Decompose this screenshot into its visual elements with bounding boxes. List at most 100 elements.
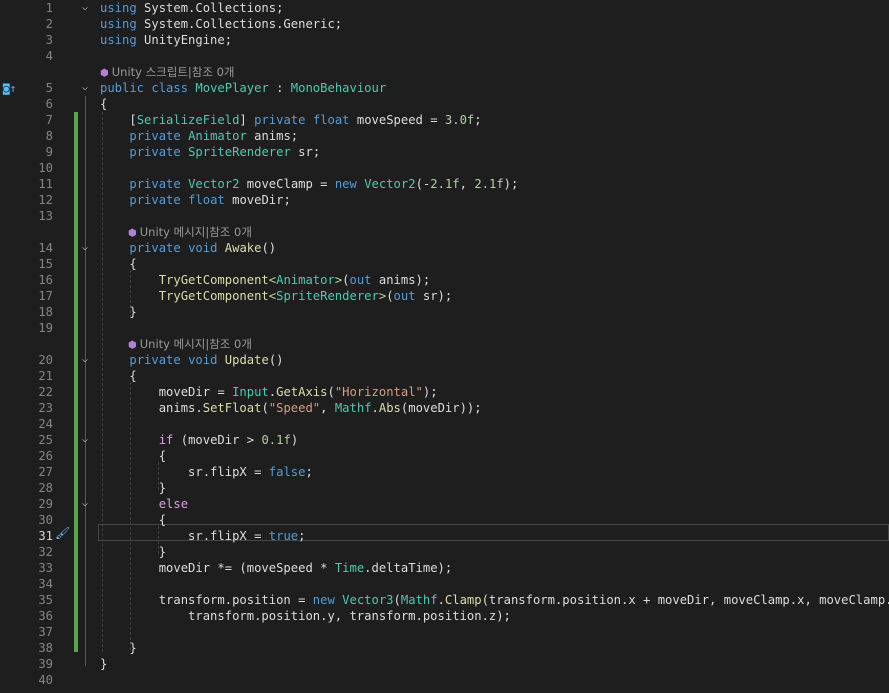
line-number: 17	[38, 289, 53, 303]
code-line[interactable]: 4	[0, 48, 889, 64]
line-number: 20	[38, 353, 53, 367]
code-line[interactable]: 35 transform.position = new Vector3(Math…	[0, 592, 889, 608]
code-token: Awake	[224, 241, 262, 255]
code-line[interactable]: 5 ⌵ public class MovePlayer : MonoBehaviou…	[0, 80, 889, 96]
code-token: System.Collections;	[136, 1, 284, 15]
line-number: 28	[38, 481, 53, 495]
code-text: TryGetComponent<Animator>(out anims);	[100, 272, 431, 288]
code-line[interactable]: 19	[0, 320, 889, 336]
code-line[interactable]: 13	[0, 208, 889, 224]
code-text: using System.Collections.Generic;	[100, 16, 342, 32]
line-number: 5	[45, 81, 53, 95]
code-line[interactable]: 7 [SerializeField] private float moveSpe…	[0, 112, 889, 128]
codelens[interactable]: ⬢ Unity 메시지|참조 0개	[0, 224, 889, 240]
code-line[interactable]: 39}	[0, 656, 889, 672]
code-token: moveDir =	[100, 385, 233, 399]
code-line[interactable]: 30 {	[0, 512, 889, 528]
code-token: private	[129, 193, 181, 207]
line-number: 8	[45, 129, 53, 143]
line-number: 18	[38, 305, 53, 319]
code-token: sr);	[415, 289, 453, 303]
code-line[interactable]: 16 TryGetComponent<Animator>(out anims);	[0, 272, 889, 288]
unity-cube-icon: ⬢	[128, 340, 137, 351]
code-text: transform.position.y, transform.position…	[100, 608, 511, 624]
code-token: (-	[415, 177, 431, 191]
code-token: SerializeField	[136, 113, 240, 127]
code-token: Time	[334, 561, 365, 575]
code-token: true	[268, 529, 299, 543]
code-token: new	[312, 593, 335, 607]
code-token: MovePlayer	[195, 81, 269, 95]
fold-chevron-icon[interactable]: ⌵	[79, 352, 91, 368]
code-line[interactable]: 36 transform.position.y, transform.posit…	[0, 608, 889, 624]
code-line[interactable]: 27 sr.flipX = false;	[0, 464, 889, 480]
code-line[interactable]: 10	[0, 160, 889, 176]
code-line[interactable]: 25 ⌵ if (moveDir > 0.1f)	[0, 432, 889, 448]
code-line[interactable]: 40	[0, 672, 889, 688]
code-line[interactable]: 20 ⌵ private void Update()	[0, 352, 889, 368]
fold-chevron-icon[interactable]: ⌵	[79, 432, 91, 448]
code-text: private Vector2 moveClamp = new Vector2(…	[100, 176, 518, 192]
code-line[interactable]: 2 using System.Collections.Generic;	[0, 16, 889, 32]
code-token: ;	[305, 465, 313, 479]
code-line[interactable]: 38 }	[0, 640, 889, 656]
fold-chevron-icon[interactable]: ⌵	[79, 0, 91, 16]
code-line[interactable]: 3 using UnityEngine;	[0, 32, 889, 48]
fold-chevron-icon[interactable]: ⌵	[79, 240, 91, 256]
code-token: (moveDir >	[173, 433, 262, 447]
code-line[interactable]: 17 TryGetComponent<SpriteRenderer>(out s…	[0, 288, 889, 304]
code-line[interactable]: 18 }	[0, 304, 889, 320]
code-line[interactable]: 9 private SpriteRenderer sr;	[0, 144, 889, 160]
code-token: (	[327, 385, 335, 399]
code-line[interactable]: 29 ⌵ else	[0, 496, 889, 512]
line-number: 23	[38, 401, 53, 415]
code-line[interactable]: 23 anims.SetFloat("Speed", Mathf.Abs(mov…	[0, 400, 889, 416]
code-line[interactable]: 32 }	[0, 544, 889, 560]
code-token: void	[188, 353, 218, 367]
codelens-label[interactable]: Unity 메시지|참조 0개	[140, 337, 252, 351]
code-line[interactable]: 31 sr.flipX = true;	[0, 528, 889, 544]
code-token: sr.flipX =	[100, 529, 269, 543]
fold-chevron-icon[interactable]: ⌵	[79, 496, 91, 512]
code-token: false	[268, 465, 306, 479]
line-number: 2	[45, 17, 53, 31]
code-line[interactable]: 34	[0, 576, 889, 592]
fold-chevron-icon[interactable]: ⌵	[79, 80, 91, 96]
code-token: (	[261, 401, 269, 415]
code-line[interactable]: 24	[0, 416, 889, 432]
code-token: moveClamp =	[239, 177, 335, 191]
code-token: class	[151, 81, 189, 95]
code-line[interactable]: 22 moveDir = Input.GetAxis("Horizontal")…	[0, 384, 889, 400]
code-line[interactable]: 6{	[0, 96, 889, 112]
code-editor[interactable]: ◙↑ 🖌 1 ⌵ using System.Collections; 2 using S…	[0, 0, 889, 693]
code-token: <	[268, 273, 277, 287]
code-line[interactable]: 33 moveDir *= (moveSpeed * Time.deltaTim…	[0, 560, 889, 576]
code-line[interactable]: 37	[0, 624, 889, 640]
code-text: }	[100, 544, 166, 560]
code-text: [SerializeField] private float moveSpeed…	[100, 112, 481, 128]
code-line[interactable]: 8 private Animator anims;	[0, 128, 889, 144]
code-text: {	[100, 368, 136, 384]
code-line[interactable]: 21 {	[0, 368, 889, 384]
code-line[interactable]: 28 }	[0, 480, 889, 496]
code-line[interactable]: 26 {	[0, 448, 889, 464]
codelens-label[interactable]: Unity 메시지|참조 0개	[140, 225, 252, 239]
code-line[interactable]: 11 private Vector2 moveClamp = new Vecto…	[0, 176, 889, 192]
codelens[interactable]: ⬢ Unity 스크립트|참조 0개	[0, 64, 889, 80]
code-line[interactable]: 14 ⌵ private void Awake()	[0, 240, 889, 256]
code-token: }	[100, 657, 108, 671]
code-token: using	[100, 1, 137, 15]
code-line[interactable]: 12 private float moveDir;	[0, 192, 889, 208]
codelens[interactable]: ⬢ Unity 메시지|참조 0개	[0, 336, 889, 352]
line-number: 33	[38, 561, 53, 575]
code-line[interactable]: 1 ⌵ using System.Collections;	[0, 0, 889, 16]
line-number: 38	[38, 641, 53, 655]
code-line[interactable]: 15 {	[0, 256, 889, 272]
codelens-label[interactable]: Unity 스크립트|참조 0개	[112, 65, 235, 79]
code-text: private void Update()	[100, 352, 283, 368]
